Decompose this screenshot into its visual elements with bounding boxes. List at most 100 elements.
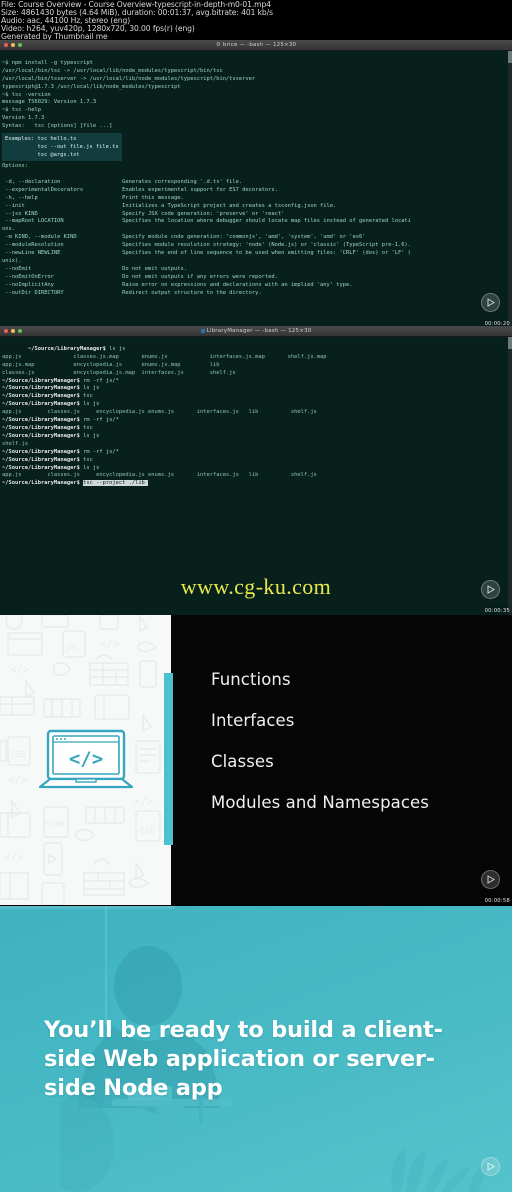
folder-icon [200,328,205,333]
exe-file-label: EXE [140,826,156,835]
terminal-line: /usr/local/bin/tsc -> /usr/local/lib/nod… [2,67,223,74]
terminal-window-1: ⚙ brice — -bash — 125×30 ~$ npm install -… [0,40,512,328]
shell-command: tsc [83,393,93,400]
terminal-line: app.js.map encyclopedia.js enums.js.map … [2,361,220,368]
terminal-line: ~/Source/LibraryManager$ ls js [2,465,99,471]
timecode-3: 00:00:58 [484,898,510,904]
slide-illustration-panel: JPG </> </> CSS </> </> HTML EXE </> </> [0,615,171,905]
slide-bullet: Interfaces [211,711,295,730]
jpg-file-label: JPG [65,644,79,653]
example-line: tsc --out file.js file.ts [5,144,119,151]
shell-prompt: ~/Source/LibraryManager$ [2,393,84,400]
shell-command: rm -rf js/* [83,377,119,384]
thumbnail-sheet: File: Course Overview - Course Overview-… [0,0,512,1192]
terminal-line: ~/Source/LibraryManager$ ls js [2,433,99,439]
terminal-title-1: ⚙ brice — -bash — 125×30 [0,42,512,48]
tsc-option-row: --noImplicitAny Raise error on expressio… [5,281,353,288]
tsc-options-list: -d, --declaration Generates correspondin… [2,179,411,296]
html-file-label: HTML [45,820,67,829]
terminal-line: ~/Source/LibraryManager$ ls js [28,346,125,352]
slide-bullet-list: Functions Interfaces Classes Modules and… [211,670,429,834]
tsc-option-row: ons. [2,226,15,233]
laptop-code-icon: </> [38,729,133,789]
terminal-line: ~/Source/LibraryManager$ rm -rf js/* [2,417,119,423]
terminal-line: ~/Source/LibraryManager$ rm -rf js/* [2,449,119,455]
svg-text:</>: </> [4,851,24,864]
svg-text:</>: </> [68,748,102,770]
terminal-line: app.js classes.js encyclopedia.js enums.… [2,472,317,479]
shell-prompt: ~/Source/LibraryManager$ [2,464,84,471]
play-button-4[interactable] [481,1157,500,1176]
tsc-examples-block: Examples: tsc hello.ts tsc --out file.js… [2,133,122,162]
shell-prompt: ~/Source/LibraryManager$ [2,432,84,439]
text-cursor [144,480,149,487]
closing-statement: You’ll be ready to build a client-side W… [44,1017,443,1101]
terminal-line: ~$ tsc -version [2,91,51,98]
options-header: Options: [2,163,28,170]
terminal-line: Version 1.7.3 [2,115,45,122]
thumbnail-frame-4[interactable]: You’ll be ready to build a client-side W… [0,906,512,1192]
terminal-output-1: ~$ npm install -g typescript /usr/local/… [0,51,512,328]
shell-command: rm -rf js/* [83,417,119,424]
tsc-option-row: unix). [2,257,22,264]
tsc-option-row: --jsx KIND Specify JSX code generation: … [5,210,285,217]
tsc-option-row: --outDir DIRECTORY Redirect output struc… [5,289,262,296]
active-command-text: tsc --project ./lib [83,480,145,487]
play-button-1[interactable] [481,293,500,312]
tsc-option-row: -h, --help Print this message. [5,194,184,201]
shell-command: rm -rf js/* [83,448,119,455]
active-prompt-line[interactable]: ~/Source/LibraryManager$ tsc --project .… [2,480,149,487]
shell-prompt: ~/Source/LibraryManager$ [2,417,84,424]
terminal-title-text-2: LibraryManager — -bash — 125×30 [206,328,312,334]
terminal-titlebar-1: ⚙ brice — -bash — 125×30 [0,40,512,51]
terminal-line: Syntax: tsc [options] [file ...] [2,123,113,130]
svg-text:</>: </> [8,773,28,786]
example-line: tsc @args.txt [5,152,80,159]
terminal-line: ~/Source/LibraryManager$ tsc [2,457,93,463]
shell-command: ls js [83,432,100,439]
shell-prompt: ~/Source/LibraryManager$ [2,385,84,392]
terminal-title-2: LibraryManager — -bash — 125×30 [0,328,512,334]
tsc-option-row: --experimentalDecorators Enables experim… [5,186,278,193]
shell-command: ls js [83,464,100,471]
terminal-line: ~/Source/LibraryManager$ rm -rf js/* [2,378,119,384]
terminal-line: classes.js encyclopedia.js.map interface… [2,369,236,376]
gear-icon: ⚙ [215,42,221,48]
terminal-line: /usr/local/bin/tsserver -> /usr/local/li… [2,75,256,82]
shell-command: tsc [83,456,93,463]
shell-prompt: ~/Source/LibraryManager$ [27,345,110,352]
shell-prompt: ~/Source/LibraryManager$ [2,456,84,463]
shell-prompt: ~/Source/LibraryManager$ [2,480,84,487]
terminal-titlebar-2: LibraryManager — -bash — 125×30 [0,326,512,337]
terminal-scrollbar-1[interactable] [508,51,512,328]
slide-bullet: Classes [211,752,274,771]
terminal-line: ~/Source/LibraryManager$ tsc [2,425,93,431]
tsc-option-row: --moduleResolution Specifies module reso… [5,242,411,249]
shell-prompt: ~/Source/LibraryManager$ [2,448,84,455]
terminal-line: ~$ npm install -g typescript [2,59,93,66]
css-file-label: CSS [10,750,26,759]
terminal-line: ~/Source/LibraryManager$ tsc [2,393,93,399]
play-button-3[interactable] [481,870,500,889]
svg-text:</>: </> [134,795,154,808]
thumbnail-frame-2[interactable]: LibraryManager — -bash — 125×30 ~/Source… [0,326,512,615]
timecode-2: 00:00:35 [484,608,510,614]
shell-command: ls js [83,401,100,408]
slide-accent-bar [164,673,173,845]
terminal-line: typescript@1.7.3 /usr/local/lib/node_mod… [2,83,181,90]
terminal-line: ~$ tsc -help [2,107,41,114]
tsc-option-row: --init Initializes a TypeScript project … [5,202,337,209]
shell-prompt: ~/Source/LibraryManager$ [2,401,84,408]
file-metadata-header: File: Course Overview - Course Overview-… [0,0,512,41]
slide-bullet: Modules and Namespaces [211,793,430,812]
shell-command: tsc [83,424,93,431]
thumbnail-frame-3[interactable]: JPG </> </> CSS </> </> HTML EXE </> </>… [0,615,512,905]
tsc-option-row: -d, --declaration Generates correspondin… [5,178,243,185]
shell-command: ls js [109,345,126,352]
plant-silhouette [391,1148,492,1192]
slide-bullet: Functions [211,670,291,689]
tsc-option-row: --newLine NEWLINE Specifies the end of l… [5,250,411,257]
tsc-option-row: --noEmit Do not emit outputs. [5,265,187,272]
shell-prompt: ~/Source/LibraryManager$ [2,424,84,431]
thumbnail-frame-1[interactable]: ⚙ brice — -bash — 125×30 ~$ npm install -… [0,40,512,328]
